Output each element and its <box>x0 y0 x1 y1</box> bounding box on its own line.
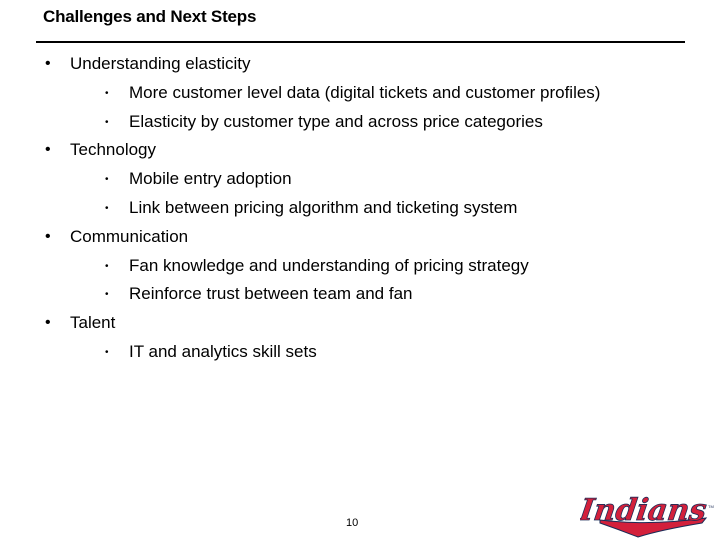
bullet-icon: • <box>45 314 51 332</box>
bullet-icon: • <box>45 141 51 159</box>
sub-bullet-icon: • <box>105 174 109 186</box>
logo-trademark: TM <box>708 504 714 509</box>
bullet-icon: • <box>45 227 51 245</box>
bullet-text: Technology <box>70 140 157 160</box>
bullet-item: • Talent <box>0 311 720 340</box>
sub-bullet-item: • IT and analytics skill sets <box>0 340 720 369</box>
sub-bullet-text: Reinforce trust between team and fan <box>129 284 413 304</box>
sub-bullet-icon: • <box>105 87 109 99</box>
bullet-text: Understanding elasticity <box>70 54 251 73</box>
sub-bullet-text: Elasticity by customer type and across p… <box>129 111 543 131</box>
sub-bullet-item: • Elasticity by customer type and across… <box>0 110 720 139</box>
sub-bullet-icon: • <box>105 289 109 301</box>
slide-title: Challenges and Next Steps <box>43 7 257 26</box>
bullet-text: Communication <box>70 226 189 246</box>
bullet-list: • Understanding elasticity • More custom… <box>0 52 720 369</box>
bullet-item: • Technology <box>0 138 720 167</box>
sub-bullet-item: • More customer level data (digital tick… <box>0 81 720 110</box>
page-number: 10 <box>346 517 359 529</box>
title-divider <box>36 41 685 43</box>
sub-bullet-text: Fan knowledge and understanding of prici… <box>129 255 529 275</box>
sub-bullet-text: More customer level data (digital ticket… <box>129 82 601 102</box>
sub-bullet-item: • Link between pricing algorithm and tic… <box>0 196 720 225</box>
sub-bullet-text: Link between pricing algorithm and ticke… <box>129 197 518 217</box>
sub-bullet-icon: • <box>105 116 109 128</box>
sub-bullet-text: IT and analytics skill sets <box>129 341 317 361</box>
sub-bullet-icon: • <box>105 260 109 272</box>
sub-bullet-icon: • <box>105 202 109 214</box>
logo-wordmark: Indians <box>580 493 709 528</box>
bullet-text: Talent <box>70 313 116 333</box>
sub-bullet-icon: • <box>105 346 109 358</box>
sub-bullet-item: • Mobile entry adoption <box>0 167 720 196</box>
sub-bullet-item: • Fan knowledge and understanding of pri… <box>0 254 720 283</box>
sub-bullet-item: • Reinforce trust between team and fan <box>0 282 720 311</box>
bullet-icon: • <box>45 55 51 72</box>
bullet-item: • Communication <box>0 225 720 254</box>
indians-logo: Indians TM <box>580 493 714 538</box>
sub-bullet-text: Mobile entry adoption <box>129 169 292 189</box>
bullet-item: • Understanding elasticity <box>0 52 720 81</box>
